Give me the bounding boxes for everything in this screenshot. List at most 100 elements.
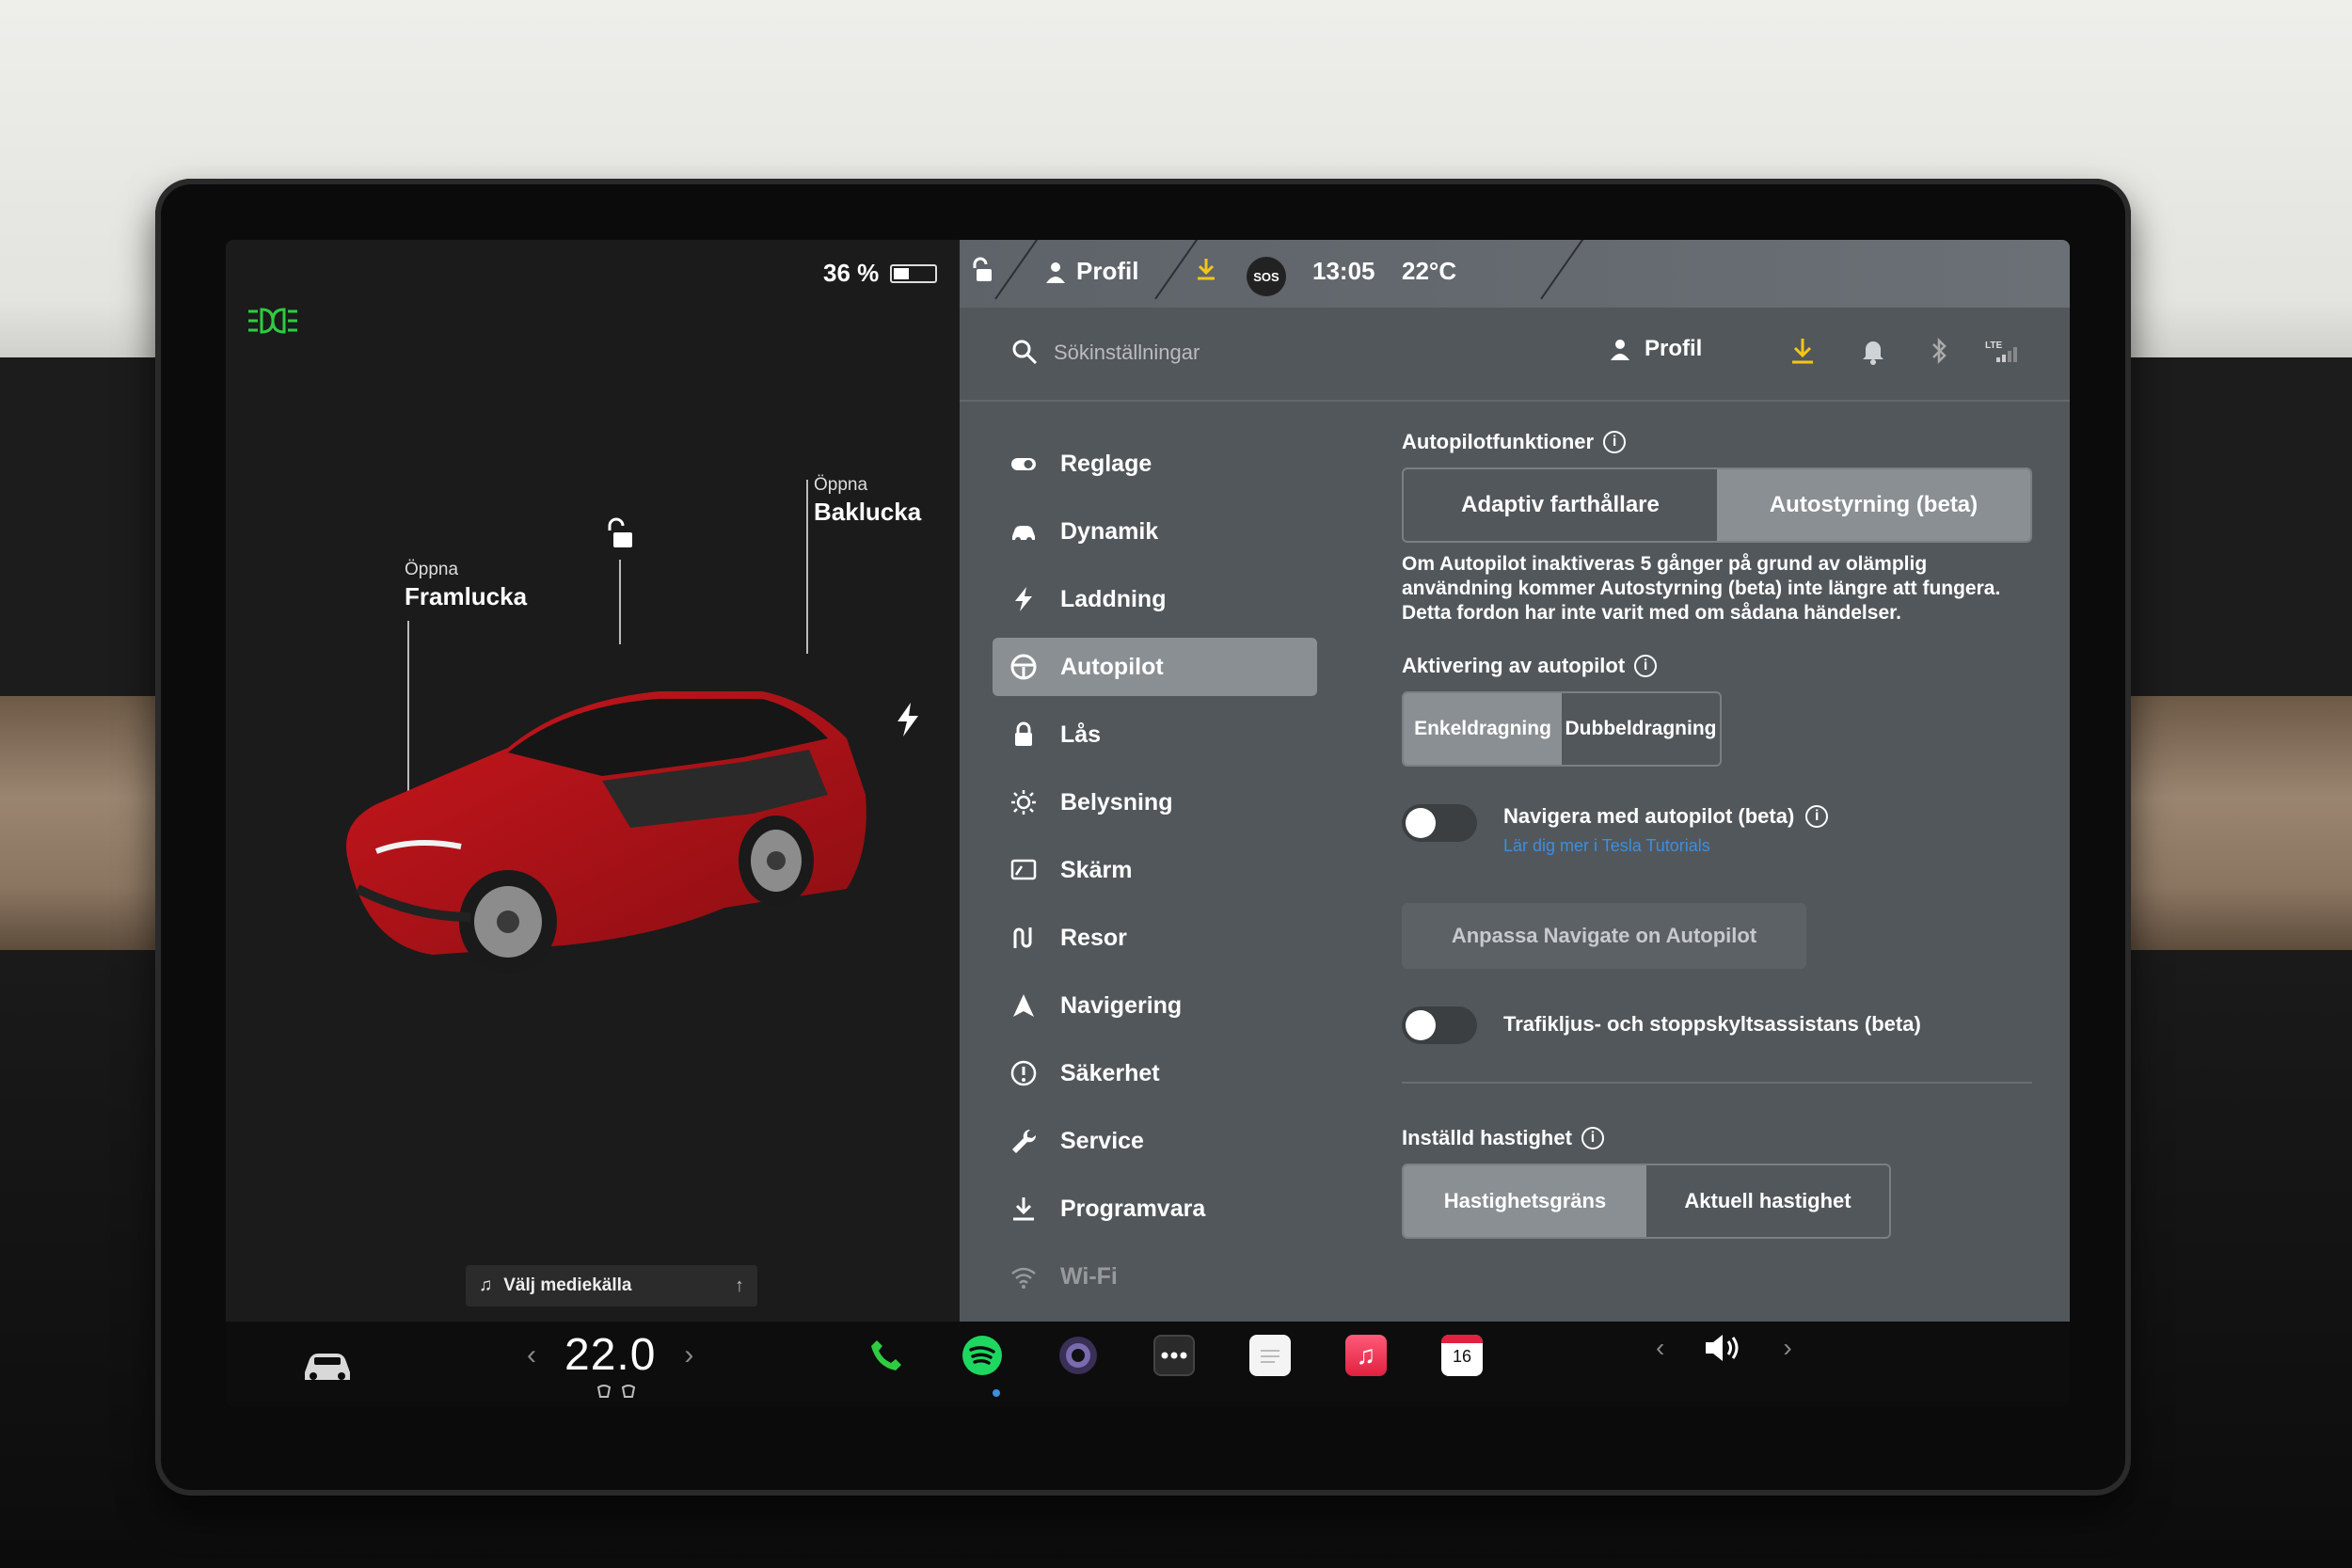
profile-button[interactable]: Profil (1609, 336, 1702, 362)
music-note-icon: ♫ (479, 1275, 493, 1295)
phone-icon[interactable] (866, 1335, 907, 1376)
headlight-icon (248, 308, 297, 334)
sos-button[interactable]: SOS (1247, 257, 1286, 296)
outside-temperature: 22°C (1402, 257, 1456, 286)
sidebar-item-resor[interactable]: Resor (993, 909, 1317, 967)
sidebar-item-label: Wi-Fi (1060, 1262, 1118, 1290)
settings-search-input[interactable] (1054, 334, 1430, 372)
autopilot-features-selector: Adaptiv farthållare Autostyrning (beta) (1402, 467, 2032, 543)
navigate-on-autopilot-toggle[interactable] (1402, 804, 1477, 842)
lock-status-icon[interactable] (969, 257, 993, 283)
temp-decrease-icon[interactable]: ‹ (527, 1339, 536, 1371)
toggle-knob (1406, 808, 1436, 838)
car-icon[interactable] (301, 1348, 354, 1384)
unlock-icon[interactable] (602, 517, 636, 551)
map-profile[interactable]: Profil (1044, 257, 1138, 286)
bell-icon[interactable] (1858, 336, 1888, 366)
climate-control: ‹ 22.0 › (527, 1329, 693, 1381)
open-frunk-label[interactable]: Öppna Framlucka (405, 560, 527, 611)
sidebar-item-autopilot[interactable]: Autopilot (993, 638, 1317, 696)
trunk-label-big: Baklucka (814, 498, 922, 526)
traffic-light-row: Trafikljus- och stoppskyltsassistans (be… (1402, 1006, 2042, 1044)
settings-panel: Profil LTE Reglage (960, 308, 2070, 1322)
safety-icon (1010, 1060, 1037, 1086)
sidebar-item-programvara[interactable]: Programvara (993, 1180, 1317, 1238)
customize-nav-autopilot-button[interactable]: Anpassa Navigate on Autopilot (1402, 903, 1806, 969)
map-profile-label: Profil (1076, 257, 1139, 285)
chevron-left-icon[interactable]: ‹ (1656, 1333, 1664, 1363)
battery-status: 36 % (823, 259, 938, 288)
arrow-up-icon: ↑ (735, 1275, 744, 1296)
navigation-arrow-icon (1013, 994, 1034, 1017)
info-icon[interactable]: i (1805, 805, 1829, 828)
option-autosteer[interactable]: Autostyrning (beta) (1717, 469, 2030, 541)
set-speed-heading: Inställd hastighet i (1402, 1126, 2042, 1150)
sidebar-item-dynamik[interactable]: Dynamik (993, 502, 1317, 561)
option-double-pull[interactable]: Dubbeldragning (1562, 693, 1720, 765)
sidebar-item-wifi[interactable]: Wi-Fi (993, 1247, 1317, 1306)
touchscreen: 36 % Öppna Framlucka Öppna Baklucka ♫ Vä… (226, 240, 2070, 1406)
sidebar-item-label: Reglage (1060, 450, 1152, 477)
cabin-temperature[interactable]: 22.0 (564, 1329, 656, 1381)
frunk-label-big: Framlucka (405, 582, 528, 610)
bolt-icon (1015, 587, 1032, 611)
camera-icon[interactable] (1057, 1335, 1099, 1376)
car-model-image (346, 691, 866, 974)
sidebar-item-service[interactable]: Service (993, 1112, 1317, 1170)
option-single-pull[interactable]: Enkeldragning (1404, 693, 1562, 765)
chevron-right-icon[interactable]: › (1783, 1333, 1791, 1363)
temp-increase-icon[interactable]: › (684, 1339, 693, 1371)
settings-header: Profil LTE (960, 308, 2070, 402)
sidebar-item-label: Autopilot (1060, 653, 1164, 680)
notes-icon[interactable] (1249, 1335, 1291, 1376)
sidebar-item-label: Skärm (1060, 856, 1133, 883)
option-current-speed[interactable]: Aktuell hastighet (1646, 1165, 1889, 1237)
trips-icon (1013, 927, 1032, 948)
open-trunk-label[interactable]: Öppna Baklucka (814, 475, 921, 527)
option-adaptive-cruise[interactable]: Adaptiv farthållare (1404, 469, 1717, 541)
sidebar-item-label: Programvara (1060, 1195, 1206, 1222)
navigate-on-autopilot-row: Navigera med autopilot (beta) i Lär dig … (1402, 804, 2042, 856)
info-icon[interactable]: i (1581, 1127, 1604, 1149)
traffic-light-toggle[interactable] (1402, 1006, 1477, 1044)
spotify-icon[interactable] (961, 1335, 1003, 1376)
info-icon[interactable]: i (1634, 655, 1658, 677)
option-speed-limit[interactable]: Hastighetsgräns (1404, 1165, 1646, 1237)
sidebar-item-las[interactable]: Lås (993, 705, 1317, 764)
lte-signal-icon: LTE (1985, 336, 2023, 366)
sidebar-item-navigering[interactable]: Navigering (993, 976, 1317, 1035)
set-speed-selector: Hastighetsgräns Aktuell hastighet (1402, 1164, 1891, 1239)
sidebar-item-skarm[interactable]: Skärm (993, 841, 1317, 899)
seat-heater-icon[interactable] (595, 1384, 642, 1401)
battery-percent: 36 % (823, 259, 880, 287)
media-source-button[interactable]: ♫ Välj mediekälla ↑ (466, 1265, 757, 1307)
more-icon[interactable] (1153, 1335, 1195, 1376)
car-icon (1012, 526, 1035, 543)
volume-icon[interactable] (1702, 1331, 1745, 1365)
info-icon[interactable]: i (1603, 431, 1627, 453)
sidebar-item-reglage[interactable]: Reglage (993, 435, 1317, 493)
map-road (1540, 240, 1585, 300)
music-icon[interactable]: ♫ (1345, 1335, 1387, 1376)
sidebar-item-sakerhet[interactable]: Säkerhet (993, 1044, 1317, 1102)
calendar-icon[interactable]: 16 (1441, 1335, 1483, 1376)
frunk-label-small: Öppna (405, 560, 459, 579)
trunk-label-small: Öppna (814, 475, 868, 495)
navigate-on-autopilot-label: Navigera med autopilot (beta) (1503, 804, 1795, 828)
sidebar-item-label: Lås (1060, 721, 1102, 748)
car-visualization-panel: 36 % Öppna Framlucka Öppna Baklucka ♫ Vä… (226, 240, 960, 1322)
download-icon (1013, 1197, 1034, 1221)
sidebar-item-belysning[interactable]: Belysning (993, 773, 1317, 832)
person-icon (1046, 261, 1065, 283)
search-icon[interactable] (1010, 338, 1039, 366)
clock-time: 13:05 (1312, 257, 1375, 285)
map-download-icon[interactable] (1195, 257, 1217, 281)
download-icon[interactable] (1788, 336, 1818, 366)
wifi-icon (1011, 1267, 1036, 1289)
wrench-icon (1012, 1129, 1037, 1153)
bluetooth-icon[interactable] (1924, 336, 1954, 366)
tesla-tutorials-link[interactable]: Lär dig mer i Tesla Tutorials (1503, 836, 1828, 856)
sidebar-item-laddning[interactable]: Laddning (993, 570, 1317, 628)
steering-wheel-icon (1010, 654, 1037, 680)
divider (1402, 1082, 2032, 1084)
